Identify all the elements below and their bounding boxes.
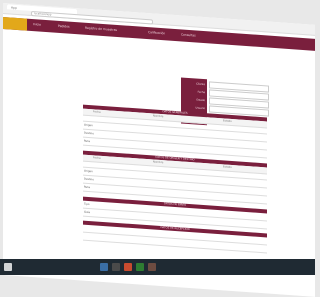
- form-label: Ruta: [84, 185, 90, 190]
- browser-tab-title: App: [11, 5, 17, 10]
- nav-item-consultas[interactable]: Consultas: [181, 32, 196, 37]
- browser-app-icon[interactable]: [100, 263, 108, 271]
- app-icon[interactable]: [136, 263, 144, 271]
- form-label: Destino: [84, 177, 94, 182]
- form-label: Destino: [84, 131, 94, 136]
- logo[interactable]: [3, 17, 27, 31]
- column-header: Nombre: [153, 160, 164, 165]
- browser-window: App localhost/app Inicio Pedidos Registr…: [3, 3, 315, 297]
- start-icon[interactable]: [4, 263, 12, 271]
- form-label: Origen: [84, 169, 93, 174]
- column-header: Fecha: [93, 110, 101, 114]
- form-label: Guía: [84, 210, 90, 215]
- nav-item-inicio[interactable]: Inicio: [33, 22, 41, 27]
- column-header: Nombre: [153, 114, 164, 119]
- folder-app-icon[interactable]: [112, 263, 120, 271]
- form-label: Origen: [84, 123, 93, 128]
- address-text: localhost/app: [34, 11, 52, 16]
- app-icon[interactable]: [148, 263, 156, 271]
- filter-label-estado: Estado: [196, 98, 205, 103]
- column-header: Fecha: [93, 156, 101, 160]
- filter-label-usuario: Usuario: [195, 106, 205, 111]
- nav-item-pedidos[interactable]: Pedidos: [58, 24, 70, 29]
- form-label: Tipo: [84, 202, 90, 207]
- filter-label-fecha: Fecha: [197, 90, 205, 95]
- nav-item-calificacion[interactable]: Calificación: [148, 30, 165, 35]
- column-header: Estado: [223, 119, 232, 124]
- filter-label-cliente: Cliente: [196, 82, 205, 87]
- form-label: Ruta: [84, 139, 90, 144]
- app-icon[interactable]: [124, 263, 132, 271]
- column-header: Estado: [223, 165, 232, 170]
- os-taskbar: [0, 259, 315, 275]
- nav-item-registro[interactable]: Registro de muestras: [85, 26, 117, 32]
